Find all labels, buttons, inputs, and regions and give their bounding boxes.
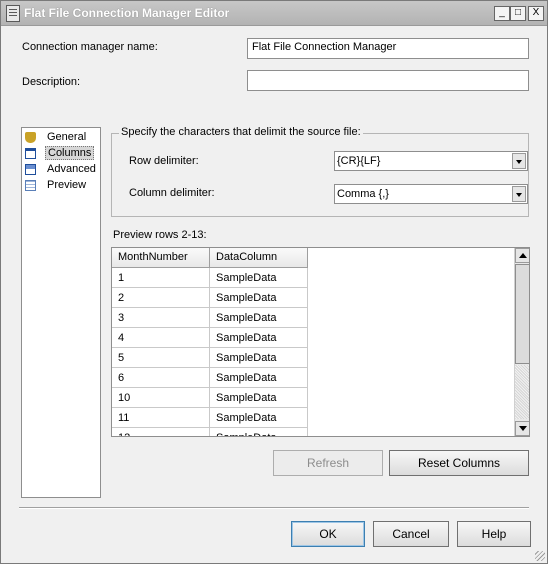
cancel-button[interactable]: Cancel bbox=[373, 521, 449, 547]
table-row: 1 SampleData bbox=[112, 268, 312, 288]
window-title: Flat File Connection Manager Editor bbox=[24, 6, 230, 20]
nav-item-label: Columns bbox=[45, 146, 95, 160]
table-row: 2 SampleData bbox=[112, 288, 312, 308]
preview-grid[interactable]: MonthNumber DataColumn 1 SampleData 2 Sa… bbox=[111, 247, 530, 437]
column-delimiter-value: Comma {,} bbox=[337, 188, 389, 200]
table-cell: 12 bbox=[112, 428, 210, 436]
dialog-window: Flat File Connection Manager Editor _ □ … bbox=[0, 0, 548, 564]
table-row: 3 SampleData bbox=[112, 308, 312, 328]
table-cell: 1 bbox=[112, 268, 210, 288]
table-row: 5 SampleData bbox=[112, 348, 312, 368]
scroll-track[interactable] bbox=[515, 365, 529, 419]
table-row: 10 SampleData bbox=[112, 388, 312, 408]
app-icon bbox=[6, 5, 20, 22]
table-cell: 3 bbox=[112, 308, 210, 328]
nav-item-label: General bbox=[47, 131, 87, 143]
column-delimiter-label: Column delimiter: bbox=[129, 187, 215, 199]
table-cell: 11 bbox=[112, 408, 210, 428]
title-bar[interactable]: Flat File Connection Manager Editor _ □ … bbox=[1, 1, 547, 26]
columns-icon bbox=[25, 148, 36, 159]
column-header-monthnumber[interactable]: MonthNumber bbox=[112, 248, 210, 268]
table-cell: SampleData bbox=[210, 268, 308, 288]
delimiter-groupbox bbox=[111, 133, 529, 217]
refresh-button[interactable]: Refresh bbox=[273, 450, 383, 476]
scroll-up-icon[interactable] bbox=[515, 248, 529, 263]
table-cell: SampleData bbox=[210, 288, 308, 308]
preview-rows-label: Preview rows 2-13: bbox=[113, 229, 207, 241]
connection-name-input[interactable]: Flat File Connection Manager bbox=[247, 38, 529, 59]
footer-divider bbox=[19, 507, 529, 509]
table-cell: SampleData bbox=[210, 408, 308, 428]
chevron-down-icon[interactable] bbox=[512, 186, 526, 202]
description-input[interactable] bbox=[247, 70, 529, 91]
table-cell: SampleData bbox=[210, 388, 308, 408]
general-icon bbox=[25, 132, 36, 143]
table-cell: 5 bbox=[112, 348, 210, 368]
table-cell: SampleData bbox=[210, 348, 308, 368]
resize-grip-icon[interactable] bbox=[535, 551, 545, 561]
scroll-down-icon[interactable] bbox=[515, 421, 529, 436]
table-cell: SampleData bbox=[210, 368, 308, 388]
table-cell: 10 bbox=[112, 388, 210, 408]
vertical-scrollbar[interactable] bbox=[514, 248, 529, 436]
close-button[interactable]: X bbox=[528, 6, 544, 21]
maximize-button[interactable]: □ bbox=[510, 6, 526, 21]
table-cell: SampleData bbox=[210, 308, 308, 328]
row-delimiter-value: {CR}{LF} bbox=[337, 155, 381, 167]
preview-grid-body: MonthNumber DataColumn 1 SampleData 2 Sa… bbox=[112, 248, 512, 436]
column-header-datacolumn[interactable]: DataColumn bbox=[210, 248, 308, 268]
nav-item-label: Advanced bbox=[47, 163, 96, 175]
column-delimiter-select[interactable]: Comma {,} bbox=[334, 184, 528, 204]
table-row: 12 SampleData bbox=[112, 428, 312, 436]
preview-icon bbox=[25, 180, 36, 191]
nav-list: General Columns Advanced Preview bbox=[21, 127, 101, 498]
table-cell: 6 bbox=[112, 368, 210, 388]
minimize-button[interactable]: _ bbox=[494, 6, 510, 21]
reset-columns-button[interactable]: Reset Columns bbox=[389, 450, 529, 476]
table-header-row: MonthNumber DataColumn bbox=[112, 248, 312, 268]
advanced-icon bbox=[25, 164, 36, 175]
delimiter-group-title: Specify the characters that delimit the … bbox=[119, 126, 363, 138]
table-row: 6 SampleData bbox=[112, 368, 312, 388]
table-row: 11 SampleData bbox=[112, 408, 312, 428]
connection-name-label: Connection manager name: bbox=[22, 41, 158, 53]
table-cell: SampleData bbox=[210, 328, 308, 348]
table-cell: 2 bbox=[112, 288, 210, 308]
table-cell: SampleData bbox=[210, 428, 308, 436]
row-delimiter-label: Row delimiter: bbox=[129, 155, 199, 167]
chevron-down-icon[interactable] bbox=[512, 153, 526, 169]
table-row: 4 SampleData bbox=[112, 328, 312, 348]
row-delimiter-select[interactable]: {CR}{LF} bbox=[334, 151, 528, 171]
table-cell: 4 bbox=[112, 328, 210, 348]
help-button[interactable]: Help bbox=[457, 521, 531, 547]
nav-item-label: Preview bbox=[47, 179, 87, 191]
scroll-thumb[interactable] bbox=[515, 264, 529, 364]
ok-button[interactable]: OK bbox=[291, 521, 365, 547]
description-label: Description: bbox=[22, 76, 81, 88]
